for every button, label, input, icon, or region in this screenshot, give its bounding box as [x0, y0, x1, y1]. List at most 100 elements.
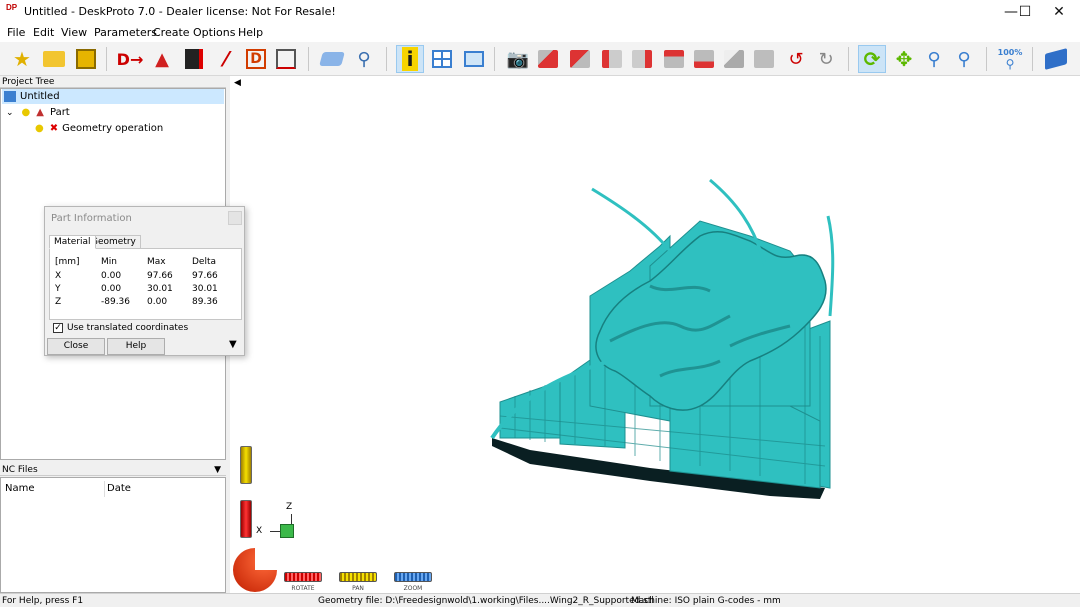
zoom-window-button[interactable]: ⚲ [950, 45, 978, 73]
operation-error-icon: ✖ [49, 123, 59, 134]
toolbar: ★ D→ ▲ ⁄ D ⚲ i 📷 ↺ ↻ ⟳ ✥ ⚲ ⚲ 100% ⚲ [0, 42, 1080, 76]
wing-spar-left [591, 187, 672, 252]
project-tree-header: Project Tree [0, 76, 226, 88]
save-button[interactable] [72, 45, 100, 73]
window-title: Untitled - DeskProto 7.0 - Dealer licens… [24, 5, 336, 18]
3d-viewport[interactable]: ◀ Z X ROTATE PAN ZOOM [230, 76, 1080, 593]
view-right-button[interactable] [628, 45, 656, 73]
rotate-icon: ⟳ [863, 47, 881, 71]
part-info-button[interactable]: i [396, 45, 424, 73]
row-axis: Y [55, 284, 61, 294]
menu-bar: File Edit View Parameters Create Options… [0, 24, 1080, 42]
close-window-button[interactable]: ✕ [1036, 0, 1080, 24]
new-file-button[interactable]: ★ [8, 45, 36, 73]
row-delta: 30.01 [192, 284, 218, 294]
rotate-mode-button[interactable]: ⟳ [858, 45, 886, 73]
part-node-icon: ▲ [36, 107, 44, 118]
operation-button[interactable] [180, 45, 208, 73]
tree-item-part[interactable]: ⌄ ● ▲ Part [6, 105, 70, 120]
row-delta: 97.66 [192, 271, 218, 281]
row-delta: 89.36 [192, 297, 218, 307]
part-wizard-button[interactable]: D→ [116, 45, 144, 73]
title-bar: DP Untitled - DeskProto 7.0 - Dealer lic… [0, 0, 1080, 24]
tree-item-untitled[interactable]: Untitled [4, 89, 60, 104]
status-help: For Help, press F1 [2, 596, 84, 606]
view-next-button[interactable]: ↻ [812, 45, 840, 73]
zoom-mode-button[interactable]: ⚲ [920, 45, 948, 73]
menu-edit[interactable]: Edit [33, 26, 54, 39]
inspect-button[interactable]: ⚲ [350, 45, 378, 73]
zoom-in-icon: ⚲ [927, 48, 941, 70]
eraser-icon [319, 52, 345, 66]
redo-view-icon: ↻ [818, 48, 834, 70]
dropdown-arrow-icon[interactable]: ▼ [214, 464, 221, 476]
cube-top-icon [664, 50, 684, 68]
monitor-icon [464, 51, 484, 67]
axis-x-label: X [256, 526, 263, 536]
column-name[interactable]: Name [5, 483, 35, 494]
open-file-button[interactable] [40, 45, 68, 73]
rotate-control[interactable] [284, 572, 322, 582]
view-shaded-button[interactable] [750, 45, 778, 73]
nc-files-list: Name Date [0, 477, 226, 593]
help-book-button[interactable] [1042, 45, 1070, 73]
tool-button[interactable]: ⁄ [212, 45, 240, 73]
view-left-button[interactable] [598, 45, 626, 73]
view-bottom-button[interactable] [690, 45, 718, 73]
view-top-button[interactable] [660, 45, 688, 73]
chevron-down-icon[interactable]: ⌄ [6, 108, 14, 118]
cube-right-icon [632, 50, 652, 68]
tree-item-geometry-operation[interactable]: ● ✖ Geometry operation [35, 121, 163, 136]
header-delta: Delta [192, 257, 217, 267]
menu-create[interactable]: Create [153, 26, 190, 39]
camera-icon: 📷 [506, 48, 530, 70]
view-front-button[interactable] [534, 45, 562, 73]
magnifier-icon: ⚲ [357, 48, 371, 70]
zoom-100-icon: ⚲ [1005, 56, 1015, 71]
simulate-button[interactable] [318, 45, 346, 73]
cube-left-icon [602, 50, 622, 68]
cube-bottom-icon [694, 50, 714, 68]
pan-label: PAN [352, 585, 364, 592]
menu-view[interactable]: View [61, 26, 87, 39]
screenshot-button[interactable]: 📷 [504, 45, 532, 73]
translated-coords-checkbox[interactable]: ✓ [53, 323, 63, 333]
tree-item-geometry-operation-label: Geometry operation [62, 123, 164, 134]
rotate-meter[interactable] [240, 500, 252, 538]
pan-mode-button[interactable]: ✥ [890, 45, 918, 73]
pan-meter[interactable] [240, 446, 252, 484]
menu-options[interactable]: Options [193, 26, 235, 39]
part-button[interactable]: ▲ [148, 45, 176, 73]
menu-help[interactable]: Help [238, 26, 263, 39]
part-information-dialog: Part Information Material Geometry [mm] … [44, 206, 245, 356]
close-button[interactable]: Close [47, 338, 105, 355]
view-back-button[interactable] [566, 45, 594, 73]
translated-coords-label: Use translated coordinates [67, 323, 189, 333]
project-icon [4, 90, 16, 102]
rotate-label: ROTATE [291, 585, 315, 592]
expand-arrow-icon[interactable]: ▼ [229, 339, 237, 350]
view-iso-button[interactable] [720, 45, 748, 73]
zoom-control[interactable] [394, 572, 432, 582]
tab-material[interactable]: Material [49, 235, 96, 249]
menu-parameters[interactable]: Parameters [94, 26, 157, 39]
bulb-icon: ● [35, 123, 44, 134]
dialog-close-icon[interactable] [228, 211, 242, 225]
create-nc-button[interactable]: D [242, 45, 270, 73]
screen-button[interactable] [460, 45, 488, 73]
view-previous-button[interactable]: ↺ [782, 45, 810, 73]
axis-z-label: Z [286, 502, 293, 512]
layout-button[interactable] [428, 45, 456, 73]
column-date[interactable]: Date [107, 483, 131, 494]
folder-icon [43, 51, 65, 67]
row-min: -89.36 [101, 297, 131, 307]
pan-control[interactable] [339, 572, 377, 582]
zoom-100-button[interactable]: 100% ⚲ [996, 45, 1024, 73]
zoom-label: ZOOM [403, 585, 423, 592]
bulb-icon: ● [21, 107, 31, 118]
menu-file[interactable]: File [7, 26, 25, 39]
wing-spar-right [826, 215, 835, 317]
export-button[interactable] [272, 45, 300, 73]
help-button[interactable]: Help [107, 338, 165, 355]
row-min: 0.00 [101, 284, 122, 294]
